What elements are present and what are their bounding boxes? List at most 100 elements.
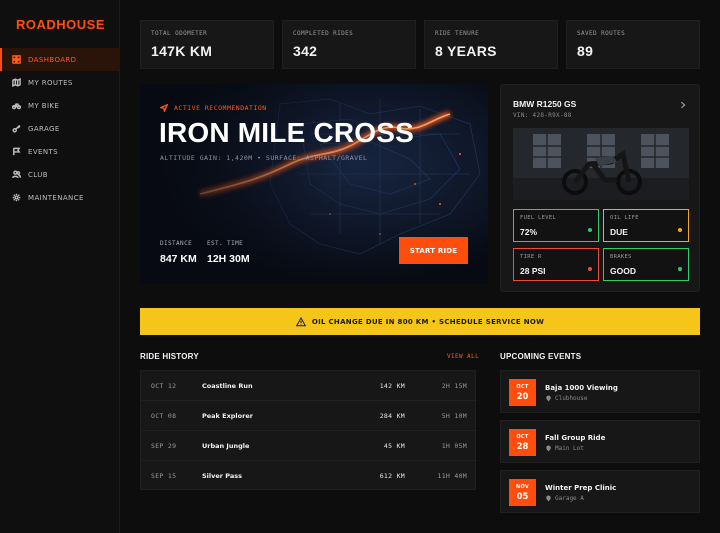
- event-card[interactable]: OCT 28 Fall Group Ride Main Lot: [500, 420, 700, 463]
- flag-icon: [12, 147, 21, 156]
- ride-time: 1H 05M: [441, 441, 467, 450]
- event-day: 28: [516, 441, 529, 452]
- sidebar-item-maintenance[interactable]: MAINTENANCE: [0, 186, 120, 209]
- gauge-tire-r: TIRE R 28 PSI: [513, 248, 599, 281]
- status-dot: [588, 267, 592, 271]
- gauge-label: BRAKES: [610, 254, 632, 260]
- status-dot: [678, 267, 682, 271]
- alert-text: OIL CHANGE DUE IN 800 KM • SCHEDULE SERV…: [311, 317, 545, 326]
- sidebar: ROADHOUSE DASHBOARD MY ROUTES MY BIKE GA…: [0, 0, 120, 533]
- status-dot: [588, 228, 592, 232]
- table-row[interactable]: OCT 08 Peak Explorer 284 KM 5H 10M: [141, 401, 477, 431]
- event-location: Garage A: [545, 495, 584, 502]
- dashboard-icon: [12, 55, 21, 64]
- stat-value: 89: [577, 43, 594, 59]
- ride-date: OCT 08: [151, 411, 177, 420]
- sidebar-item-label: GARAGE: [28, 124, 60, 133]
- event-card[interactable]: OCT 20 Baja 1000 Viewing Clubhouse: [500, 370, 700, 413]
- event-title: Baja 1000 Viewing: [545, 384, 618, 392]
- route-subtitle: ALTITUDE GAIN: 1,420M • SURFACE: ASPHALT…: [160, 154, 368, 162]
- distance-value: 847 KM: [160, 253, 197, 265]
- event-date-badge: NOV 05: [509, 479, 536, 506]
- ride-date: SEP 29: [151, 441, 177, 450]
- sidebar-item-label: CLUB: [28, 170, 48, 179]
- gauge-fuel-level: FUEL LEVEL 72%: [513, 209, 599, 242]
- sidebar-item-dashboard[interactable]: DASHBOARD: [0, 48, 120, 71]
- ride-distance: 284 KM: [379, 411, 405, 420]
- bike-name: BMW R1250 GS: [513, 99, 577, 109]
- event-location: Clubhouse: [545, 395, 588, 402]
- stat-value: 342: [293, 43, 318, 59]
- gauge-value: DUE: [610, 227, 628, 237]
- sidebar-item-label: DASHBOARD: [28, 55, 77, 64]
- ride-name: Coastline Run: [202, 381, 253, 390]
- view-all-link[interactable]: VIEW ALL: [447, 353, 479, 360]
- event-location-text: Main Lot: [555, 445, 584, 452]
- start-ride-button[interactable]: START RIDE: [399, 237, 468, 264]
- bike-photo: [513, 128, 689, 200]
- ride-distance: 612 KM: [379, 472, 405, 480]
- event-month: OCT: [516, 433, 529, 440]
- table-row[interactable]: OCT 12 Coastline Run 142 KM 2H 15M: [141, 371, 477, 401]
- event-title: Fall Group Ride: [545, 434, 606, 442]
- gear-icon: [12, 193, 21, 202]
- chevron-right-icon[interactable]: [679, 101, 687, 109]
- event-day: 05: [516, 491, 529, 502]
- table-row[interactable]: SEP 29 Urban Jungle 45 KM 1H 05M: [141, 431, 477, 461]
- route-est-time: EST. TIME 12H 30M: [207, 240, 250, 265]
- stat-card-completed-rides: COMPLETED RIDES 342: [282, 20, 416, 69]
- sidebar-item-club[interactable]: CLUB: [0, 163, 120, 186]
- sidebar-item-garage[interactable]: GARAGE: [0, 117, 120, 140]
- bike-vin: VIN: 428-R9X-88: [513, 112, 572, 119]
- table-row[interactable]: SEP 15 Silver Pass 612 KM 11H 40M: [141, 461, 477, 491]
- location-pin-icon: [546, 395, 551, 402]
- ride-time: 2H 15M: [441, 381, 467, 390]
- stat-card-ride-tenure: RIDE TENURE 8 YEARS: [424, 20, 558, 69]
- gauge-oil-life: OIL LIFE DUE: [603, 209, 689, 242]
- status-dot: [678, 228, 682, 232]
- stat-value: 8 YEARS: [435, 43, 497, 59]
- sidebar-nav: DASHBOARD MY ROUTES MY BIKE GARAGE EVENT…: [0, 48, 120, 209]
- stat-label: RIDE TENURE: [435, 30, 480, 37]
- event-date-badge: OCT 20: [509, 379, 536, 406]
- ride-date: OCT 12: [151, 381, 177, 390]
- ride-name: Peak Explorer: [202, 411, 253, 420]
- ride-date: SEP 15: [151, 472, 177, 480]
- ride-distance: 142 KM: [379, 381, 405, 390]
- gauge-value: GOOD: [610, 266, 636, 276]
- sidebar-item-my-routes[interactable]: MY ROUTES: [0, 71, 120, 94]
- route-distance: DISTANCE 847 KM: [160, 240, 197, 265]
- gauge-label: OIL LIFE: [610, 215, 639, 221]
- hero-recommendation-card: ACTIVE RECOMMENDATION IRON MILE CROSS AL…: [140, 84, 488, 284]
- users-icon: [12, 170, 21, 179]
- stat-card-odometer: TOTAL ODOMETER 147K KM: [140, 20, 274, 69]
- motorcycle-icon: [12, 101, 21, 110]
- gauge-label: TIRE R: [520, 254, 542, 260]
- sidebar-item-label: MY BIKE: [28, 101, 60, 110]
- event-location-text: Garage A: [555, 495, 584, 502]
- sidebar-item-label: EVENTS: [28, 147, 58, 156]
- ride-distance: 45 KM: [383, 441, 405, 450]
- ride-name: Urban Jungle: [202, 441, 250, 450]
- route-title: IRON MILE CROSS: [159, 117, 415, 148]
- ride-time: 11H 40M: [437, 472, 467, 480]
- est-time-value: 12H 30M: [207, 253, 250, 265]
- ride-history-title: RIDE HISTORY: [140, 352, 199, 361]
- ride-name: Silver Pass: [202, 472, 242, 480]
- ride-history-table: OCT 12 Coastline Run 142 KM 2H 15M OCT 0…: [140, 370, 477, 491]
- sidebar-item-events[interactable]: EVENTS: [0, 140, 120, 163]
- event-card[interactable]: NOV 05 Winter Prep Clinic Garage A: [500, 470, 700, 513]
- warning-icon: [295, 316, 306, 326]
- stat-card-saved-routes: SAVED ROUTES 89: [566, 20, 700, 69]
- sidebar-item-label: MY ROUTES: [28, 78, 73, 87]
- location-pin-icon: [546, 445, 551, 452]
- event-title: Winter Prep Clinic: [545, 484, 617, 492]
- event-month: NOV: [515, 483, 530, 490]
- gauge-brakes: BRAKES GOOD: [603, 248, 689, 281]
- service-alert-banner[interactable]: OIL CHANGE DUE IN 800 KM • SCHEDULE SERV…: [140, 308, 700, 335]
- stats-row: TOTAL ODOMETER 147K KM COMPLETED RIDES 3…: [140, 20, 700, 69]
- brand-logo[interactable]: ROADHOUSE: [16, 17, 105, 32]
- ride-time: 5H 10M: [441, 411, 467, 420]
- sidebar-item-my-bike[interactable]: MY BIKE: [0, 94, 120, 117]
- stat-label: TOTAL ODOMETER: [151, 30, 208, 37]
